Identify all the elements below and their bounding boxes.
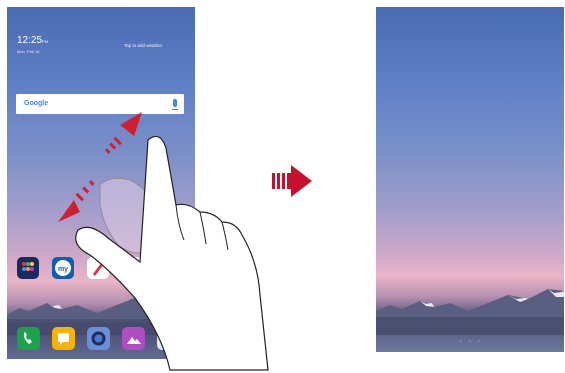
hand-pinch-icon [75, 135, 269, 371]
transition-arrow-icon [272, 165, 312, 197]
mountain-scenery [376, 289, 564, 335]
expand-arrow-up-right-icon [104, 112, 142, 154]
page-indicator: • ⌂ • [460, 338, 483, 343]
home-screen-after: • ⌂ • [376, 7, 564, 352]
expand-arrow-down-left-icon [58, 180, 95, 222]
